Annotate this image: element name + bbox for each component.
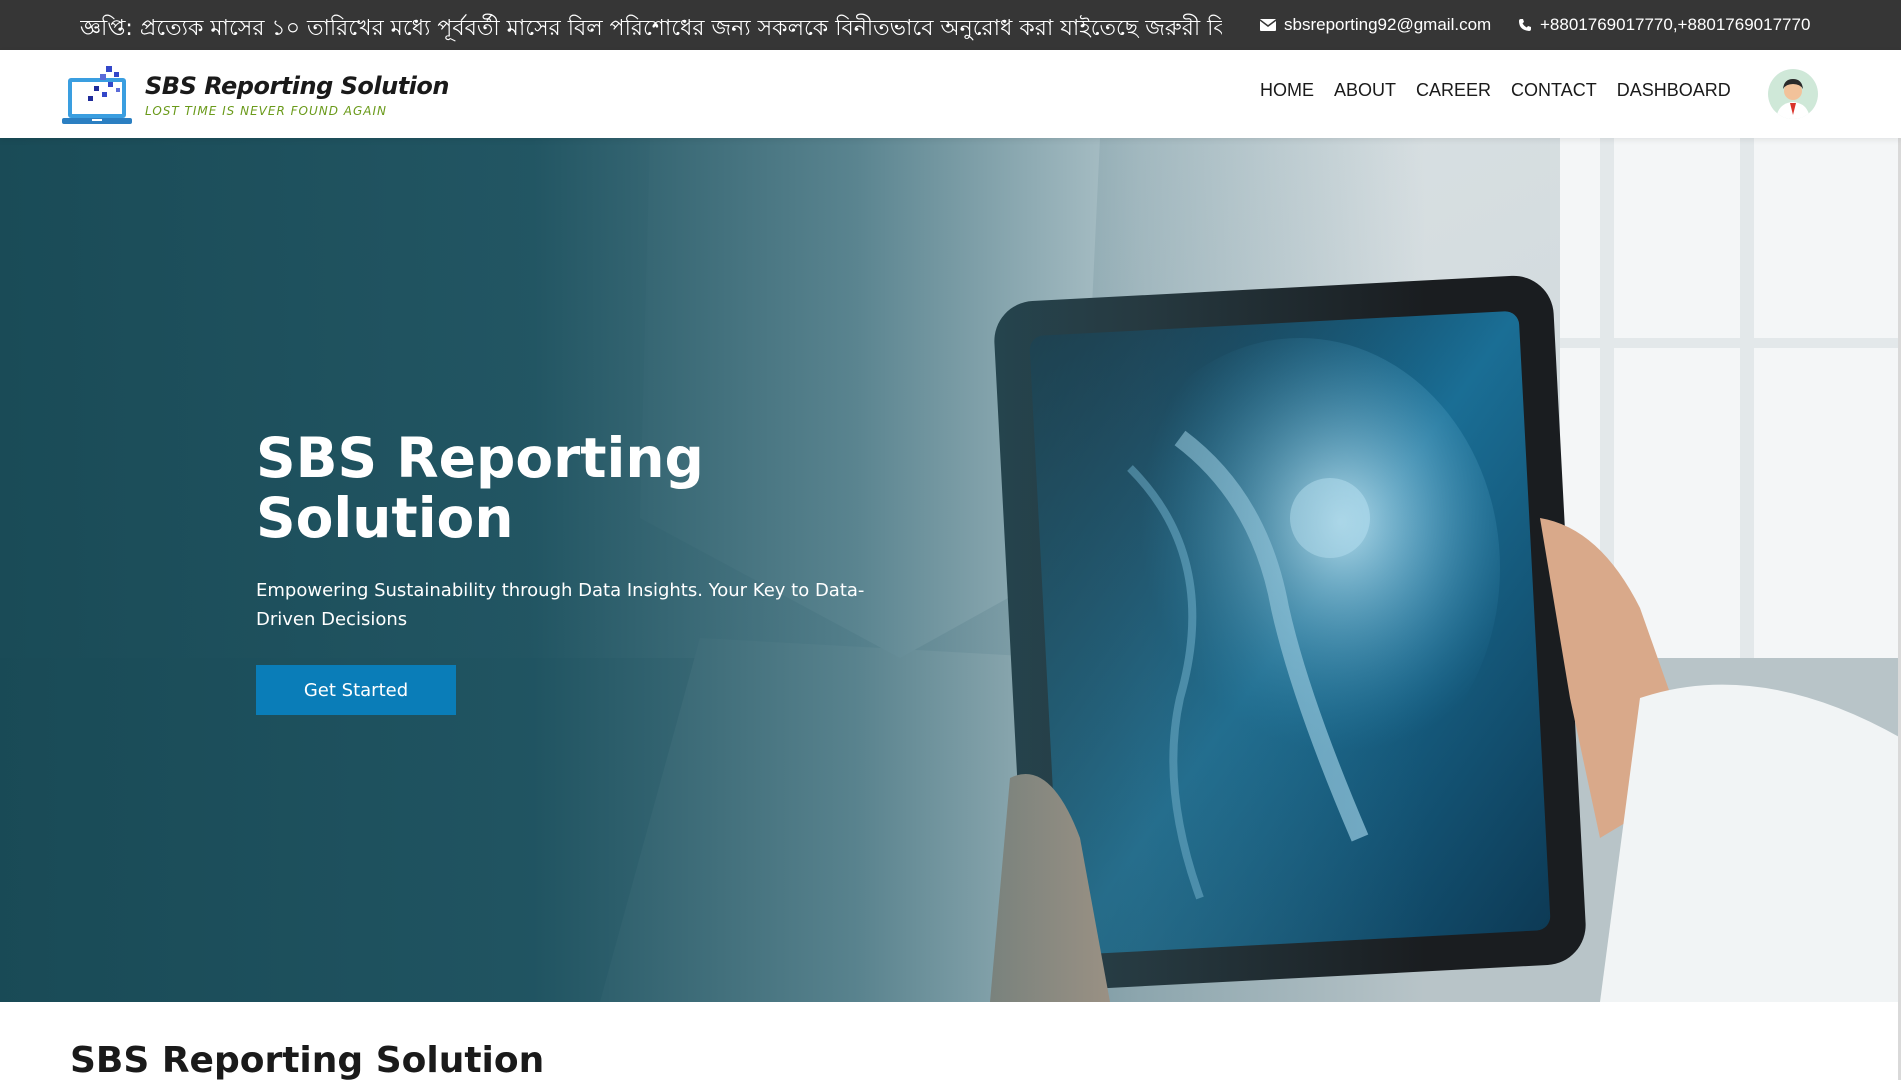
phone-icon	[1519, 19, 1531, 31]
site-header: SBS Reporting Solution LOST TIME IS NEVE…	[0, 50, 1901, 138]
hero-subtitle: Empowering Sustainability through Data I…	[256, 580, 865, 630]
nav-career[interactable]: CAREER	[1406, 80, 1501, 101]
mail-icon	[1260, 19, 1276, 31]
nav-dashboard[interactable]: DASHBOARD	[1607, 80, 1741, 101]
user-avatar-icon	[1768, 69, 1818, 119]
main-nav: HOME ABOUT CAREER CONTACT DASHBOARD	[1250, 80, 1741, 101]
phone-text[interactable]: +8801769017770,+8801769017770	[1540, 15, 1810, 35]
logo-monitor-icon	[62, 66, 132, 124]
logo-tagline: LOST TIME IS NEVER FOUND AGAIN	[145, 104, 388, 118]
contact-phone[interactable]: +8801769017770,+8801769017770	[1518, 15, 1810, 35]
nav-home[interactable]: HOME	[1250, 80, 1324, 101]
user-avatar[interactable]	[1768, 69, 1818, 119]
notice-marquee: জ্ঞপ্তি: প্রত্যেক মাসের ১০ তারিখের মধ্যে…	[80, 16, 1222, 41]
get-started-button[interactable]: Get Started	[256, 665, 456, 715]
nav-about[interactable]: ABOUT	[1324, 80, 1406, 101]
hero-title: SBS Reporting Solution	[256, 426, 704, 550]
section-title: SBS Reporting Solution	[70, 1040, 545, 1080]
contact-email[interactable]: sbsreporting92@gmail.com	[1260, 15, 1491, 35]
logo-title: SBS Reporting Solution	[145, 72, 449, 100]
nav-contact[interactable]: CONTACT	[1501, 80, 1607, 101]
hero-overlay	[0, 138, 1901, 1002]
top-notice-bar: জ্ঞপ্তি: প্রত্যেক মাসের ১০ তারিখের মধ্যে…	[0, 0, 1901, 50]
hero-section: SBS Reporting Solution Empowering Sustai…	[0, 138, 1901, 1002]
email-text[interactable]: sbsreporting92@gmail.com	[1284, 15, 1491, 35]
site-logo[interactable]: SBS Reporting Solution LOST TIME IS NEVE…	[62, 64, 449, 130]
